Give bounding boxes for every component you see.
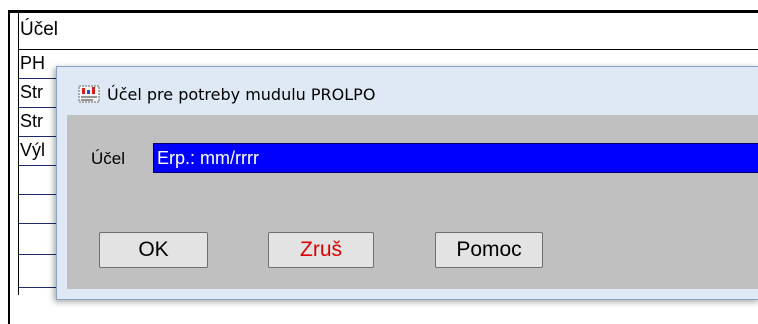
help-button[interactable]: Pomoc xyxy=(435,232,543,268)
table-cell: Výl xyxy=(20,140,46,160)
cancel-button[interactable]: Zruš xyxy=(268,232,374,268)
app-icon xyxy=(78,84,100,104)
grid-left-border xyxy=(8,10,10,324)
grid-header[interactable]: Účel xyxy=(19,13,758,50)
table-cell: Str xyxy=(20,111,44,131)
table-cell: Str xyxy=(20,82,44,102)
ok-button[interactable]: OK xyxy=(99,232,208,268)
purpose-input[interactable]: Erp.: mm/rrrr xyxy=(153,143,758,173)
dialog-titlebar[interactable]: Účel pre potreby mudulu PROLPO xyxy=(57,67,758,115)
dialog-body: Účel Erp.: mm/rrrr OK Zruš Pomoc xyxy=(67,115,758,289)
purpose-field-label: Účel xyxy=(91,149,126,168)
dialog-title: Účel pre potreby mudulu PROLPO xyxy=(107,85,376,104)
purpose-dialog: Účel pre potreby mudulu PROLPO Účel Erp.… xyxy=(56,66,758,300)
grid-header-label: Účel xyxy=(20,19,59,40)
table-cell: PH xyxy=(20,53,46,73)
